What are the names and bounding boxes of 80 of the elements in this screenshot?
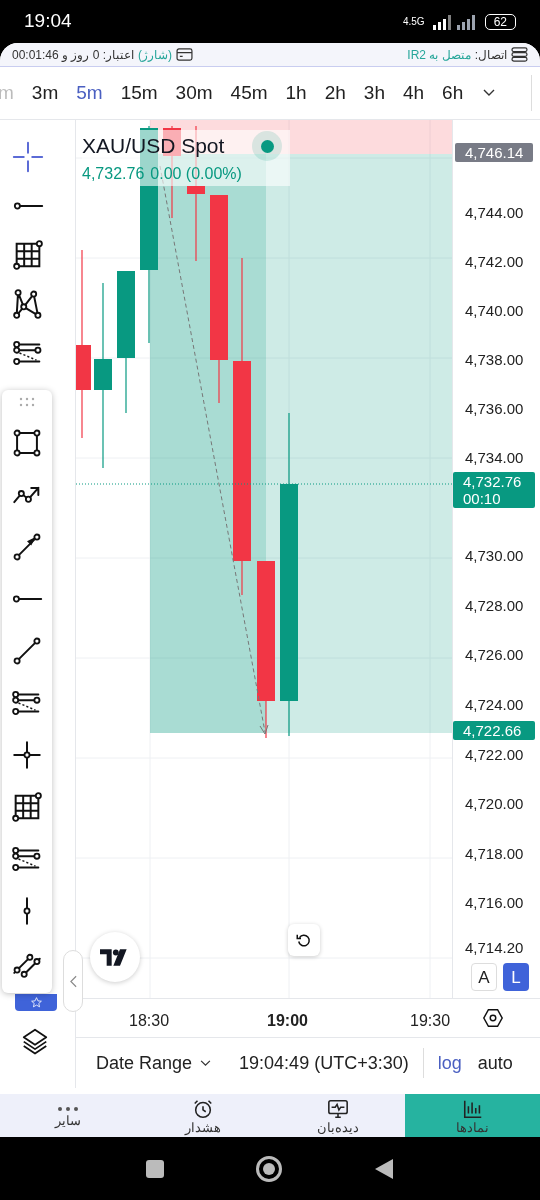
price-label: 4,720.00	[465, 796, 524, 812]
nav-label: سایر	[54, 1113, 81, 1127]
last-price: 4,732.76	[82, 163, 145, 184]
price-label: 4,714.20	[465, 940, 524, 956]
countdown-text: 00:10	[463, 490, 502, 508]
time-label: 19:30	[410, 1011, 451, 1032]
timeframe-tab[interactable]: 45m	[230, 79, 268, 108]
price-label: 4,718.00	[465, 846, 524, 862]
time-label: 18:30	[129, 1011, 170, 1032]
crosshair-icon[interactable]	[10, 140, 45, 175]
signal-icon	[432, 13, 477, 30]
timeframe-tab[interactable]: 5m	[76, 79, 103, 108]
battery-indicator: 62	[484, 13, 516, 30]
chevron-left-icon	[69, 974, 77, 988]
card-icon	[176, 48, 194, 62]
price-label: 4,724.00	[465, 697, 524, 713]
reset-button[interactable]	[288, 924, 320, 957]
price-label: 4,722.00	[465, 747, 524, 763]
date-range-dropdown[interactable]: Date Range	[96, 1049, 212, 1077]
price-label: 4,716.00	[465, 895, 524, 911]
nav-tab[interactable]: نمادها	[405, 1094, 540, 1138]
back-button[interactable]	[374, 1157, 394, 1180]
network-label: 4.5G	[402, 16, 425, 27]
price-label: 4,726.00	[465, 647, 524, 663]
scale-button[interactable]: L	[503, 963, 529, 992]
monitor-icon	[326, 1097, 349, 1120]
price-badge: 4,746.14	[455, 143, 534, 163]
price-change: 0.00 (0.00%)	[150, 163, 242, 184]
collapse-handle[interactable]	[63, 950, 83, 1013]
price-label: 4,730.00	[465, 548, 524, 564]
price-label: 4,736.00	[465, 401, 524, 417]
more-icon	[55, 1104, 80, 1113]
credit-label: اعتبار: 0 روز و 00:01:46	[12, 46, 135, 64]
price-label: 4,728.00	[465, 598, 524, 614]
favorite-button[interactable]	[15, 994, 57, 1012]
timeframe-dropdown[interactable]	[483, 89, 496, 98]
home-button[interactable]	[256, 1155, 282, 1182]
settings-button[interactable]	[482, 1007, 504, 1030]
symbol-title: XAU/USD Spot	[82, 133, 225, 160]
layers-icon[interactable]	[20, 1026, 50, 1057]
recents-button[interactable]	[146, 1159, 164, 1178]
logo-icon[interactable]	[100, 948, 130, 966]
nav-label: هشدار	[184, 1120, 221, 1134]
price-label: 4,734.00	[465, 450, 524, 466]
scale-mode-toggle[interactable]: log	[437, 1049, 462, 1077]
price-label: 4,744.00	[465, 205, 524, 221]
timeframe-tab[interactable]: 1h	[285, 79, 307, 108]
price-label: 4,740.00	[465, 303, 524, 319]
grid-icon[interactable]	[10, 238, 45, 273]
nav-tab[interactable]: سایر	[0, 1094, 135, 1138]
price-badge: 4,722.66	[453, 721, 535, 741]
price-text: 4,732.76	[463, 473, 523, 491]
timeframe-tab[interactable]: 30m	[175, 79, 213, 108]
live-indicator	[252, 131, 283, 162]
server-icon	[511, 47, 528, 63]
nav-label: نمادها	[456, 1120, 489, 1134]
grid-icon[interactable]	[10, 790, 44, 825]
price-label: 4,742.00	[465, 254, 524, 270]
scale-mode-toggle[interactable]: auto	[477, 1049, 513, 1077]
nav-tab[interactable]: دیده‌بان	[270, 1094, 405, 1138]
scale-button[interactable]: A	[471, 963, 497, 992]
timeframe-tab[interactable]: 4h	[402, 79, 425, 108]
connection-label: اتصال:	[474, 46, 507, 64]
timeframe-tab[interactable]: 3m	[31, 79, 59, 108]
nav-tab[interactable]: هشدار	[135, 1094, 270, 1138]
chevron-down-icon	[200, 1059, 212, 1067]
timezone-clock: 19:04:49 (UTC+3:30)	[239, 1051, 409, 1075]
price-label: 4,738.00	[465, 352, 524, 368]
timeframe-tab[interactable]: 15m	[120, 79, 158, 108]
settings-icon	[482, 1007, 504, 1030]
chevron-down-icon	[483, 89, 496, 98]
time-label: 19:00	[267, 1011, 308, 1032]
timeframe-tab[interactable]: 3h	[363, 79, 385, 108]
drag-handle-icon[interactable]	[18, 396, 36, 409]
timeframe-tab[interactable]: 6h	[442, 79, 464, 108]
connection-status: متصل به IR2	[407, 46, 471, 64]
star-icon	[29, 996, 43, 1010]
timeframe-tab[interactable]: 2h	[324, 79, 346, 108]
nav-label: دیده‌بان	[316, 1120, 359, 1134]
clock-time: 19:04	[24, 9, 72, 34]
